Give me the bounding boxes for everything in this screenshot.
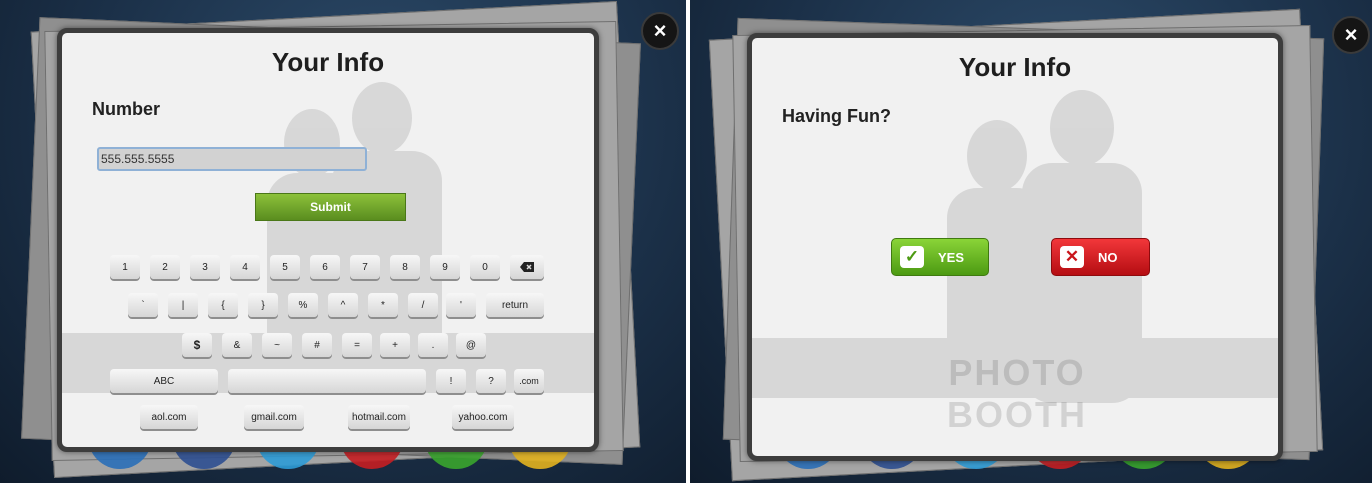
key-backtick[interactable]: ` [128,293,158,317]
key-left-brace[interactable]: { [208,293,238,317]
key-5[interactable]: 5 [270,255,300,279]
no-label: NO [1098,249,1118,265]
info-card: PHOTO BOOTH Your Info Having Fun? ✓ YES … [747,33,1283,461]
key-hash[interactable]: # [302,333,332,357]
key-question[interactable]: ? [476,369,506,393]
info-card: Your Info Number Submit 1 2 3 4 5 6 7 8 … [57,28,599,452]
backspace-key[interactable] [510,255,544,279]
key-exclamation[interactable]: ! [436,369,466,393]
key-8[interactable]: 8 [390,255,420,279]
key-percent[interactable]: % [288,293,318,317]
key-asterisk[interactable]: * [368,293,398,317]
key-period[interactable]: . [418,333,448,357]
key-plus[interactable]: + [380,333,410,357]
key-slash[interactable]: / [408,293,438,317]
key-0[interactable]: 0 [470,255,500,279]
key-1[interactable]: 1 [110,255,140,279]
key-pipe[interactable]: | [168,293,198,317]
abc-key[interactable]: ABC [110,369,218,393]
return-key[interactable]: return [486,293,544,317]
close-icon: × [1344,22,1358,47]
key-ampersand[interactable]: & [222,333,252,357]
key-caret[interactable]: ^ [328,293,358,317]
key-right-brace[interactable]: } [248,293,278,317]
key-apostrophe[interactable]: ' [446,293,476,317]
space-key[interactable] [228,369,426,393]
photo-booth-watermark: PHOTO BOOTH [947,352,1087,435]
key-3[interactable]: 3 [190,255,220,279]
key-9[interactable]: 9 [430,255,460,279]
dotcom-key[interactable]: .com [514,369,544,393]
key-tilde[interactable]: ~ [262,333,292,357]
key-equals[interactable]: = [342,333,372,357]
backspace-icon [520,262,534,272]
key-7[interactable]: 7 [350,255,380,279]
yes-label: YES [938,249,965,265]
x-close-icon: ✕ [1060,246,1084,268]
page-title: Your Info [958,52,1072,82]
question-label: Having Fun? [782,106,891,126]
close-icon: × [653,18,667,43]
hotmail-domain-key[interactable]: hotmail.com [348,405,410,429]
close-button[interactable]: × [1332,16,1370,54]
key-at[interactable]: @ [456,333,486,357]
key-4[interactable]: 4 [230,255,260,279]
gmail-domain-key[interactable]: gmail.com [244,405,304,429]
aol-domain-key[interactable]: aol.com [140,405,198,429]
no-button[interactable]: ✕ NO [1051,238,1150,276]
number-label: Number [92,99,161,119]
page-title: Your Info [271,47,385,77]
key-6[interactable]: 6 [310,255,340,279]
left-screen: × Your Info Number Submit 1 2 3 4 5 6 7 … [0,0,686,483]
submit-button[interactable]: Submit [255,193,406,221]
close-button[interactable]: × [641,12,679,50]
key-2[interactable]: 2 [150,255,180,279]
key-dollar[interactable]: $ [182,333,212,357]
yahoo-domain-key[interactable]: yahoo.com [452,405,514,429]
checkmark-icon: ✓ [900,246,924,268]
right-screen: × PHOTO BOOTH Your Info Having Fun? ✓ YE… [690,0,1372,483]
yes-button[interactable]: ✓ YES [891,238,989,276]
phone-number-input[interactable] [97,147,367,171]
